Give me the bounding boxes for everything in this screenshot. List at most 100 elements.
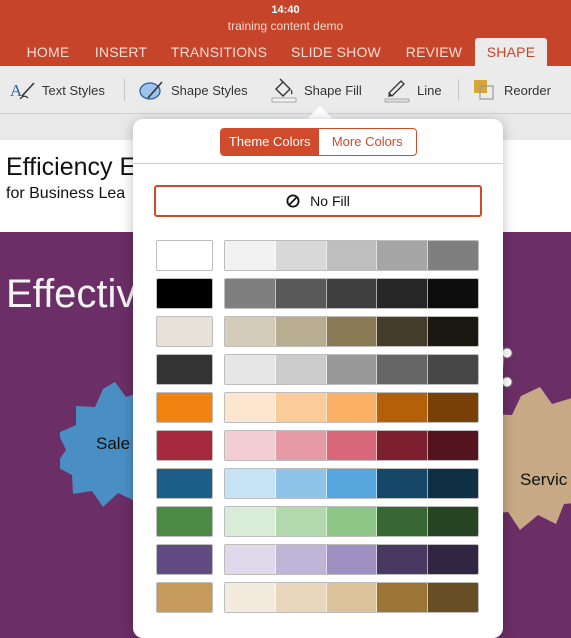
shade-color-swatch[interactable] bbox=[275, 355, 327, 384]
shade-color-swatch[interactable] bbox=[428, 431, 478, 460]
shade-color-swatch[interactable] bbox=[275, 469, 327, 498]
shade-color-swatch[interactable] bbox=[326, 393, 378, 422]
shade-color-swatch[interactable] bbox=[428, 241, 478, 270]
base-color-swatch[interactable] bbox=[156, 278, 213, 309]
shade-color-swatch[interactable] bbox=[377, 279, 429, 308]
shade-color-swatch[interactable] bbox=[275, 583, 327, 612]
shade-color-swatch[interactable] bbox=[326, 279, 378, 308]
shade-color-swatch[interactable] bbox=[377, 317, 429, 346]
shade-strip bbox=[224, 392, 479, 423]
reorder-button[interactable]: Reorder bbox=[472, 66, 551, 114]
shade-color-swatch[interactable] bbox=[225, 469, 276, 498]
base-color-swatch[interactable] bbox=[156, 354, 213, 385]
shade-color-swatch[interactable] bbox=[377, 431, 429, 460]
shade-color-swatch[interactable] bbox=[377, 583, 429, 612]
shade-color-swatch[interactable] bbox=[326, 469, 378, 498]
slide-subtitle[interactable]: for Business Lea bbox=[6, 185, 125, 203]
base-color-swatch[interactable] bbox=[156, 468, 213, 499]
shape-toolbar: A Text Styles Shape Styles Shape Fill Li… bbox=[0, 66, 571, 114]
shade-color-swatch[interactable] bbox=[377, 393, 429, 422]
shade-color-swatch[interactable] bbox=[326, 507, 378, 536]
base-color-swatch[interactable] bbox=[156, 392, 213, 423]
base-color-swatch[interactable] bbox=[156, 430, 213, 461]
base-color-swatch[interactable] bbox=[156, 506, 213, 537]
shade-strip bbox=[224, 468, 479, 499]
shade-color-swatch[interactable] bbox=[377, 545, 429, 574]
shade-color-swatch[interactable] bbox=[275, 545, 327, 574]
shade-color-swatch[interactable] bbox=[326, 241, 378, 270]
shade-color-swatch[interactable] bbox=[275, 393, 327, 422]
tab-shape[interactable]: SHAPE bbox=[475, 38, 547, 66]
shade-color-swatch[interactable] bbox=[225, 279, 276, 308]
shade-color-swatch[interactable] bbox=[428, 393, 478, 422]
base-color-swatch[interactable] bbox=[156, 316, 213, 347]
shade-color-swatch[interactable] bbox=[225, 507, 276, 536]
shade-color-swatch[interactable] bbox=[225, 317, 276, 346]
shade-color-swatch[interactable] bbox=[428, 279, 478, 308]
palette-row bbox=[156, 240, 479, 271]
base-color-swatch[interactable] bbox=[156, 544, 213, 575]
shade-color-swatch[interactable] bbox=[428, 583, 478, 612]
palette-row bbox=[156, 354, 479, 385]
tab-review[interactable]: REVIEW bbox=[398, 38, 470, 66]
shade-color-swatch[interactable] bbox=[377, 507, 429, 536]
gear-right-label: Servic bbox=[520, 470, 568, 489]
shade-color-swatch[interactable] bbox=[428, 317, 478, 346]
tab-transitions[interactable]: TRANSITIONS bbox=[164, 38, 274, 66]
shade-color-swatch[interactable] bbox=[275, 241, 327, 270]
toolbar-divider bbox=[124, 79, 125, 101]
document-title[interactable]: training content demo bbox=[0, 19, 571, 33]
palette-row bbox=[156, 582, 479, 613]
palette-row bbox=[156, 430, 479, 461]
shape-styles-label: Shape Styles bbox=[171, 82, 248, 98]
shade-color-swatch[interactable] bbox=[377, 355, 429, 384]
shape-fill-label: Shape Fill bbox=[304, 82, 362, 98]
shade-color-swatch[interactable] bbox=[225, 355, 276, 384]
status-time: 14:40 bbox=[271, 4, 300, 16]
paint-bucket-icon bbox=[271, 78, 297, 103]
no-fill-icon bbox=[286, 194, 300, 208]
popover-divider bbox=[133, 163, 503, 164]
shade-color-swatch[interactable] bbox=[377, 469, 429, 498]
tab-home[interactable]: HOME bbox=[14, 38, 82, 66]
shade-strip bbox=[224, 582, 479, 613]
tab-insert[interactable]: INSERT bbox=[88, 38, 154, 66]
shade-color-swatch[interactable] bbox=[225, 393, 276, 422]
line-button[interactable]: Line bbox=[383, 66, 442, 114]
slide-heading[interactable]: Effectiv bbox=[6, 272, 136, 317]
text-styles-button[interactable]: A Text Styles bbox=[10, 66, 105, 114]
slide-title[interactable]: Efficiency E bbox=[6, 153, 136, 182]
base-color-swatch[interactable] bbox=[156, 582, 213, 613]
shade-color-swatch[interactable] bbox=[225, 545, 276, 574]
shade-color-swatch[interactable] bbox=[428, 355, 478, 384]
shade-color-swatch[interactable] bbox=[326, 545, 378, 574]
shade-color-swatch[interactable] bbox=[377, 241, 429, 270]
shade-color-swatch[interactable] bbox=[275, 507, 327, 536]
shade-color-swatch[interactable] bbox=[326, 431, 378, 460]
base-color-swatch[interactable] bbox=[156, 240, 213, 271]
shade-color-swatch[interactable] bbox=[225, 431, 276, 460]
no-fill-button[interactable]: No Fill bbox=[154, 185, 482, 217]
shade-color-swatch[interactable] bbox=[275, 431, 327, 460]
shade-color-swatch[interactable] bbox=[225, 241, 276, 270]
reorder-label: Reorder bbox=[504, 82, 551, 98]
shade-color-swatch[interactable] bbox=[275, 317, 327, 346]
gear-left-label: Sale bbox=[96, 434, 131, 453]
shade-color-swatch[interactable] bbox=[326, 583, 378, 612]
line-label: Line bbox=[417, 82, 442, 98]
shape-styles-button[interactable]: Shape Styles bbox=[138, 66, 248, 114]
shade-color-swatch[interactable] bbox=[326, 355, 378, 384]
palette-row bbox=[156, 316, 479, 347]
no-fill-label: No Fill bbox=[310, 193, 350, 209]
shade-color-swatch[interactable] bbox=[428, 469, 478, 498]
shade-color-swatch[interactable] bbox=[326, 317, 378, 346]
shade-color-swatch[interactable] bbox=[428, 545, 478, 574]
toolbar-divider bbox=[458, 79, 459, 101]
more-colors-tab[interactable]: More Colors bbox=[319, 129, 417, 155]
tab-slide-show[interactable]: SLIDE SHOW bbox=[284, 38, 388, 66]
shade-strip bbox=[224, 240, 479, 271]
shade-color-swatch[interactable] bbox=[428, 507, 478, 536]
shade-color-swatch[interactable] bbox=[225, 583, 276, 612]
theme-colors-tab[interactable]: Theme Colors bbox=[221, 129, 319, 155]
shade-color-swatch[interactable] bbox=[275, 279, 327, 308]
